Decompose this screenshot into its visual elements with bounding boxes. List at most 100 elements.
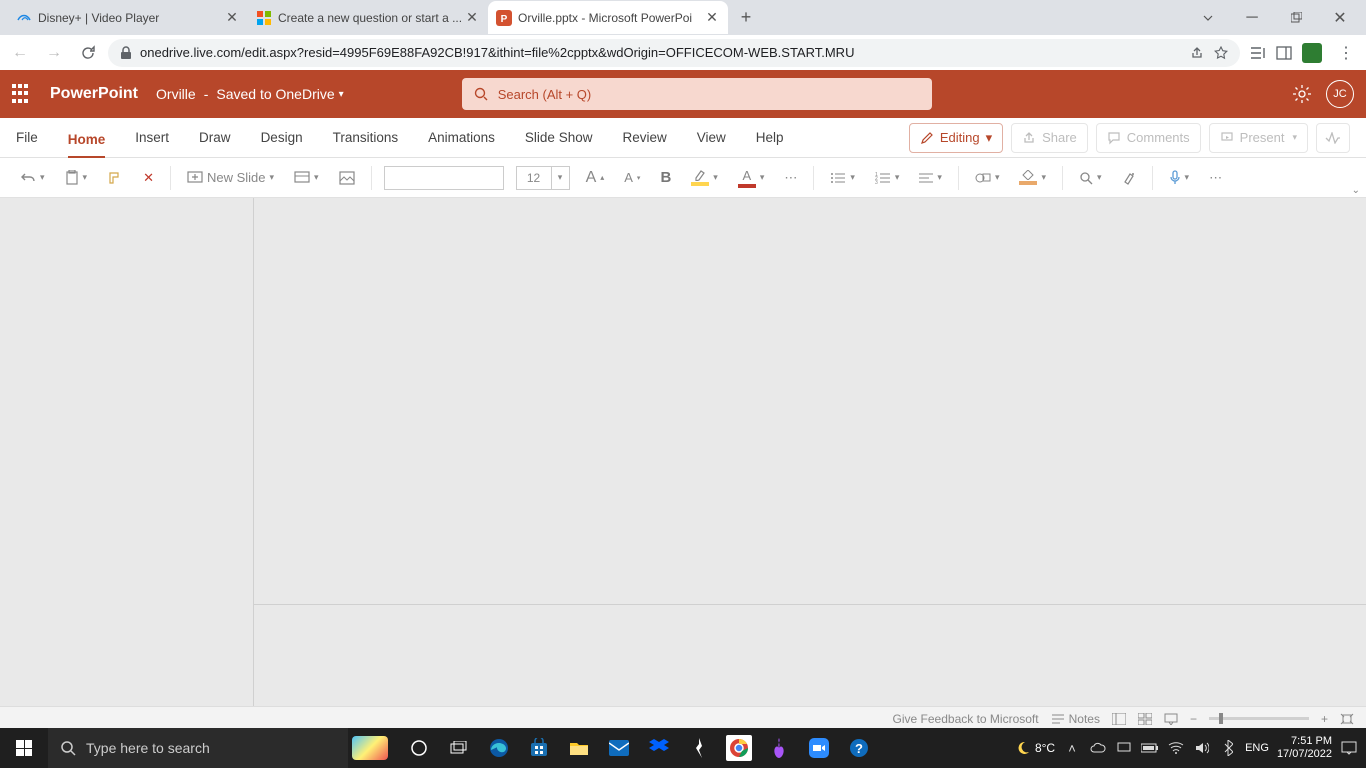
shapes-button[interactable]: ▾ <box>971 163 1004 193</box>
tab-draw[interactable]: Draw <box>199 126 231 149</box>
browser-tab[interactable]: Create a new question or start a ... ✕ <box>248 1 488 34</box>
news-widget-icon[interactable] <box>348 732 392 764</box>
close-button[interactable]: ✕ <box>1326 4 1354 32</box>
tray-icon[interactable] <box>1115 739 1133 757</box>
close-icon[interactable]: ✕ <box>464 10 480 26</box>
tab-animations[interactable]: Animations <box>428 126 495 149</box>
present-button[interactable]: Present ▾ <box>1209 123 1308 153</box>
back-button[interactable]: ← <box>6 39 34 67</box>
explorer-icon[interactable] <box>566 735 592 761</box>
tab-design[interactable]: Design <box>261 126 303 149</box>
share-page-icon[interactable] <box>1190 46 1204 60</box>
paste-button[interactable]: ▾ <box>61 163 92 193</box>
slide-sorter-icon[interactable] <box>1138 713 1152 725</box>
find-button[interactable]: ▾ <box>1075 163 1106 193</box>
shape-fill-button[interactable]: ▾ <box>1015 163 1050 193</box>
task-view-icon[interactable] <box>446 735 472 761</box>
taskbar-search[interactable]: Type here to search <box>48 728 348 768</box>
bullets-button[interactable]: ▾ <box>826 163 859 193</box>
slide-canvas[interactable] <box>254 198 1366 604</box>
catch-up-button[interactable] <box>1316 123 1350 153</box>
delete-button[interactable]: ✕ <box>139 163 158 193</box>
comments-button[interactable]: Comments <box>1096 123 1201 153</box>
share-button[interactable]: Share <box>1011 123 1088 153</box>
tab-help[interactable]: Help <box>756 126 784 149</box>
reload-button[interactable] <box>74 39 102 67</box>
profile-avatar[interactable] <box>1302 43 1322 63</box>
browser-tab-active[interactable]: P Orville.pptx - Microsoft PowerPoi ✕ <box>488 1 728 34</box>
align-button[interactable]: ▾ <box>915 163 946 193</box>
slide-thumbnail-pane[interactable] <box>0 198 254 706</box>
zoom-slider[interactable] <box>1209 717 1309 720</box>
maximize-button[interactable] <box>1282 4 1310 32</box>
dropbox-icon[interactable] <box>646 735 672 761</box>
editing-mode-button[interactable]: Editing ▾ <box>909 123 1003 153</box>
font-color-button[interactable]: A ▾ <box>734 163 769 193</box>
shrink-font-button[interactable]: A▾ <box>620 163 644 193</box>
document-title[interactable]: Orville - Saved to OneDrive ▾ <box>156 86 344 102</box>
forward-button[interactable]: → <box>40 39 68 67</box>
font-size-input[interactable]: 12 <box>516 166 552 190</box>
address-bar[interactable]: onedrive.live.com/edit.aspx?resid=4995F6… <box>108 39 1240 67</box>
start-button[interactable] <box>0 728 48 768</box>
normal-view-icon[interactable] <box>1112 713 1126 725</box>
volume-icon[interactable] <box>1193 739 1211 757</box>
reading-list-icon[interactable] <box>1250 46 1266 60</box>
language-indicator[interactable]: ENG <box>1245 742 1269 754</box>
notes-toggle[interactable]: Notes <box>1051 712 1100 726</box>
feedback-link[interactable]: Give Feedback to Microsoft <box>893 712 1039 726</box>
bluetooth-icon[interactable] <box>1219 739 1237 757</box>
bold-button[interactable]: B <box>656 163 675 193</box>
bookmark-icon[interactable] <box>1214 46 1228 60</box>
tab-home[interactable]: Home <box>68 128 106 158</box>
app-icon-flame[interactable] <box>766 735 792 761</box>
highlight-button[interactable]: ▾ <box>687 163 722 193</box>
wifi-icon[interactable] <box>1167 739 1185 757</box>
close-icon[interactable]: ✕ <box>704 10 720 26</box>
app-icon[interactable] <box>686 735 712 761</box>
slideshow-view-icon[interactable] <box>1164 713 1178 725</box>
battery-icon[interactable] <box>1141 739 1159 757</box>
side-panel-icon[interactable] <box>1276 46 1292 60</box>
onedrive-tray-icon[interactable] <box>1089 739 1107 757</box>
font-name-input[interactable] <box>384 166 504 190</box>
tab-slideshow[interactable]: Slide Show <box>525 126 593 149</box>
help-icon[interactable]: ? <box>846 735 872 761</box>
user-avatar[interactable]: JC <box>1326 80 1354 108</box>
zoom-out-button[interactable]: − <box>1190 712 1197 726</box>
chrome-icon[interactable] <box>726 735 752 761</box>
tab-file[interactable]: File <box>16 126 38 149</box>
mail-icon[interactable] <box>606 735 632 761</box>
grow-font-button[interactable]: A▴ <box>582 163 609 193</box>
show-hidden-icon[interactable]: ˄ <box>1063 739 1081 757</box>
font-size-dropdown[interactable]: ▾ <box>552 166 570 190</box>
more-commands-button[interactable]: ⋯ <box>1205 163 1226 193</box>
edge-icon[interactable] <box>486 735 512 761</box>
app-launcher-icon[interactable] <box>12 84 32 104</box>
tab-transitions[interactable]: Transitions <box>333 126 399 149</box>
tab-view[interactable]: View <box>697 126 726 149</box>
search-input[interactable]: Search (Alt + Q) <box>462 78 932 110</box>
new-tab-button[interactable]: + <box>732 4 760 32</box>
notes-pane[interactable] <box>254 604 1366 706</box>
zoom-icon[interactable] <box>806 735 832 761</box>
notifications-icon[interactable] <box>1340 739 1358 757</box>
chevron-down-icon[interactable] <box>1194 4 1222 32</box>
store-icon[interactable] <box>526 735 552 761</box>
browser-tab[interactable]: Disney+ | Video Player ✕ <box>8 1 248 34</box>
zoom-in-button[interactable]: + <box>1321 712 1328 726</box>
undo-button[interactable]: ▾ <box>16 163 49 193</box>
more-font-button[interactable]: ⋯ <box>780 163 801 193</box>
numbering-button[interactable]: 123▾ <box>871 163 904 193</box>
layout-button[interactable]: ▾ <box>290 163 323 193</box>
tab-review[interactable]: Review <box>622 126 666 149</box>
clock[interactable]: 7:51 PM 17/07/2022 <box>1277 735 1332 761</box>
weather-widget[interactable]: 8°C <box>1015 740 1055 756</box>
fit-to-window-button[interactable] <box>1340 713 1354 725</box>
cortana-icon[interactable] <box>406 735 432 761</box>
new-slide-button[interactable]: New Slide▾ <box>183 163 278 193</box>
dictate-button[interactable]: ▾ <box>1165 163 1194 193</box>
close-icon[interactable]: ✕ <box>224 10 240 26</box>
chrome-menu-button[interactable]: ⋮ <box>1332 39 1360 67</box>
designer-button[interactable] <box>1118 163 1140 193</box>
